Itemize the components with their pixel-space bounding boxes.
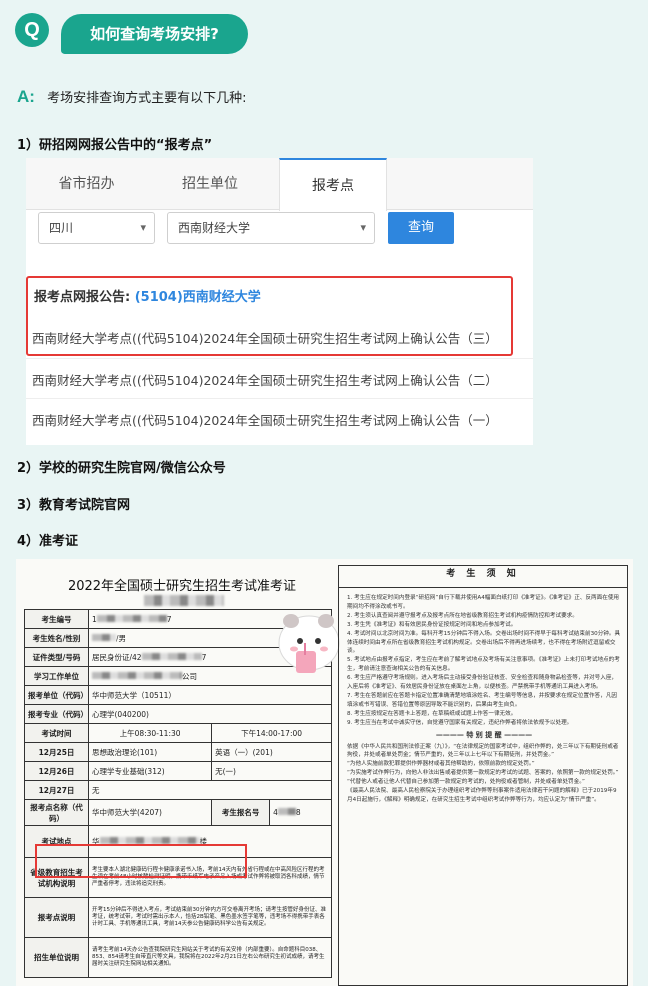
tab-exam-site[interactable]: 报考点 [279,158,387,211]
day-3-am: 无 [88,780,332,800]
notice-link-1[interactable]: 西南财经大学考点((代码5104)2024年全国硕士研究生招生考试网上确认公告（… [32,410,498,429]
school-select[interactable]: 西南财经大学 ▾ [167,212,375,244]
notice-item: 9. 考生应当在考试中诚实守信，自觉遵守国家有关规定，违纪作弊者将依法依规予以处… [347,719,573,726]
unit-note: 请考生考前14天办公告查我院研究生网站关于考试的有关安排（内部重要）。自命题科目… [88,937,332,978]
ticket-title: 2022年全国硕士研究生招生考试准考证 [67,579,297,594]
chevron-down-icon: ▾ [140,221,146,234]
site-note: 开考15分钟后不得进入考点，考试结束前30分钟内方可交卷离开考场；请考生按管好身… [88,897,332,938]
tab-admission-unit[interactable]: 招生单位 [147,158,273,210]
notice-item: 8. 考生应按规定在答题卡上答题，在草稿纸或试题上作答一律无效。 [347,710,517,717]
blurred-barcode [144,595,224,606]
day-1: 12月25日 [24,742,89,762]
day-2: 12月26日 [24,761,89,781]
special-item: “为实施考试作弊行为，向他人非法出售或者提供第一款规定的考试的试题、答案的，依照… [347,770,619,777]
school-value: 西南财经大学 [178,221,251,235]
label-major: 报考专业（代码） [24,704,89,724]
label-exam-no: 考生编号 [24,609,89,629]
notice-header: 考 生 须 知 [339,566,627,588]
step-4: 4）准考证 [17,534,79,549]
notice-item: 5. 考试地点由报考点指定，考生应在考前了解考试地点及考场有关注意事项。《准考证… [347,657,620,673]
answer-line: A: 考场安排查询方式主要有以下几种: [17,87,246,107]
label-unit-note: 招生单位说明 [24,937,89,978]
yanzhao-portal-panel: 省市招办 招生单位 报考点 四川 ▾ 西南财经大学 ▾ 查询 报考点网报公告: … [26,158,533,445]
notice-item: 6. 考生应严格遵守考场规则。进入考场后主动接受身份验证核查、安全检查和随身物品… [347,675,618,691]
province-value: 四川 [49,221,74,235]
a-mark: A: [17,87,35,106]
day-1-pm: 英语（一）(201) [211,742,332,762]
notice-item: 2. 考生须认真查阅并遵守报考点及报考点所在地省级教育招生考试机构疫情防控和考试… [347,612,578,619]
notice-code: (5104)西南财经大学 [134,290,261,305]
label-name: 考生姓名/性别 [24,628,89,648]
notice-label: 报考点网报公告: [34,290,131,305]
day-1-am: 思想政治理论(101) [87,742,213,762]
tab-province-office[interactable]: 省市招办 [26,158,147,210]
label-exam-time: 考试时间 [24,723,89,743]
admission-ticket: 2022年全国硕士研究生招生考试准考证 考生编号 17 考生姓名/性别 /男 证… [16,559,633,986]
exam-site-highlight [35,844,247,878]
special-item: 依据《中华人民共和国刑法修正案（九）》，“在法律规定的国家考试中，组织作弊的，处… [347,743,619,759]
notice-body: 1. 考生应在规定时间内登录“研招网”自行下载并使用A4幅面白纸打印《准考证》。… [347,594,621,805]
notice-item: 1. 考生应在规定时间内登录“研招网”自行下载并使用A4幅面白纸打印《准考证》。… [347,595,620,610]
step-3: 3）教育考试院官网 [17,498,131,513]
special-item: “代替他人或者让他人代替自己参加第一款规定的考试的，处拘役或者管制，并处或者单处… [347,779,585,786]
row-divider [26,358,533,359]
label-unit: 报考单位（代码） [24,685,89,705]
day-2-pm: 无(一) [211,761,332,781]
exam-notice-panel: 考 生 须 知 1. 考生应在规定时间内登录“研招网”自行下载并使用A4幅面白纸… [338,565,628,986]
chevron-down-icon: ▾ [360,221,366,234]
q-icon: Q [15,13,49,47]
row-divider [26,398,533,399]
notice-link-2[interactable]: 西南财经大学考点((代码5104)2024年全国硕士研究生招生考试网上确认公告（… [32,370,498,389]
label-reg-no: 考生报名号 [211,799,271,826]
answer-text: 考场安排查询方式主要有以下几种: [47,91,247,106]
notice-item: 7. 考生在答题前应在答题卡指定位置准确清楚地填涂姓名、考生编号等信息，并按要求… [347,692,618,708]
notice-item: 3. 考生凭《准考证》和有效居民身份证按规定时间和地点参加考试。 [347,621,517,628]
step-1: 1）研招网网报公告中的“报考点” [17,138,213,153]
day-3: 12月27日 [24,780,89,800]
site-unit: 华中师范大学(4207) [87,799,213,826]
label-id: 证件类型/号码 [24,647,89,667]
mascot-sticker-icon [278,614,340,673]
notice-item: 4. 考试时间以北京时间为准。每科开考15分钟后不得入场。交卷出场时间不得早于每… [347,630,621,655]
special-item: 《最高人民法院、最高人民检察院关于办理组织考试作弊等刑事案件适用法律若干问题的解… [347,788,617,803]
special-item: “为他人实施前款犯罪提供作弊器材或者其他帮助的，依照前款的规定处罚。” [347,761,535,768]
major-value: 心理学(040200) [88,704,332,724]
tab-bar: 省市招办 招生单位 报考点 [26,158,533,211]
label-work-unit: 学习工作单位 [24,666,89,686]
question-bubble: 如何查询考场安排? [61,14,248,54]
day-2-am: 心理学专业基础(312) [87,761,213,781]
step-2: 2）学校的研究生院官网/微信公众号 [17,461,226,476]
notice-link-3[interactable]: 西南财经大学考点((代码5104)2024年全国硕士研究生招生考试网上确认公告（… [32,328,498,347]
notice-title: 报考点网报公告: (5104)西南财经大学 [34,286,261,305]
query-button[interactable]: 查询 [388,212,454,244]
pm-time: 下午14:00-17:00 [211,723,332,743]
am-time: 上午08:30-11:30 [87,723,213,743]
special-header: ———— 特 别 提 醒 ———— [435,730,533,739]
unit-value: 华中师范大学（10511） [88,685,332,705]
label-site-note: 报考点说明 [24,897,89,938]
province-select[interactable]: 四川 ▾ [38,212,155,244]
reg-no: 48 [269,799,332,826]
label-site-unit: 报考点名称（代码） [24,799,89,826]
